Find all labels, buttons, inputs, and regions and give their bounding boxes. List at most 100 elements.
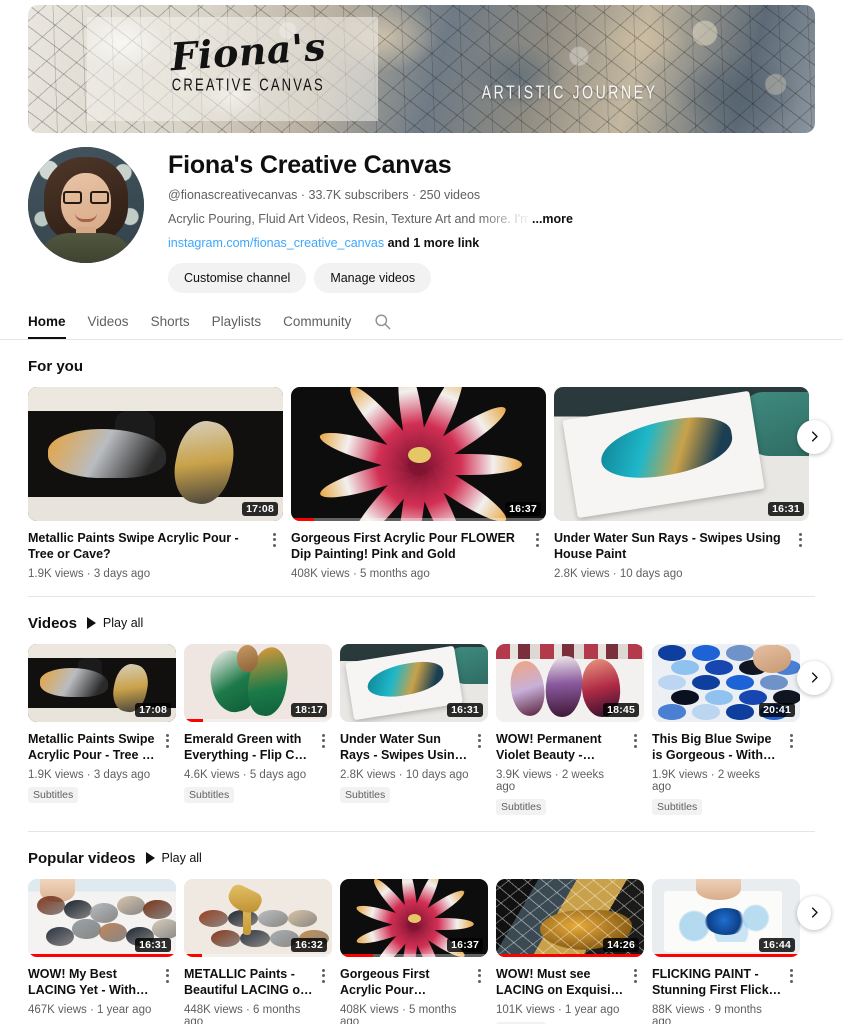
video-thumbnail[interactable]: 16:31 xyxy=(554,386,809,521)
video-thumbnail[interactable]: 17:08 xyxy=(28,643,176,722)
video-text: Under Water Sun Rays - Swipes Using Hous… xyxy=(554,530,791,580)
video-card[interactable]: 16:31 Under Water Sun Rays - Swipes Using… xyxy=(340,643,488,815)
video-title[interactable]: FLICKING PAINT - Stunning First Flick an… xyxy=(652,966,782,999)
video-menu-button[interactable] xyxy=(782,731,800,815)
play-all-button[interactable]: Play all xyxy=(145,851,202,865)
video-thumbnail[interactable]: 18:17 xyxy=(184,643,332,722)
video-duration-badge: 16:32 xyxy=(291,937,327,952)
video-metadata: 2.8K views · 10 days ago xyxy=(554,567,683,580)
video-text: WOW! Must see LACING on Exquisite Metall… xyxy=(496,966,626,1024)
tab-home[interactable]: Home xyxy=(28,305,66,339)
video-title[interactable]: WOW! Must see LACING on Exquisite Metall… xyxy=(496,966,626,999)
carousel-next-button[interactable] xyxy=(797,660,831,695)
video-card-body: Metallic Paints Swipe Acrylic Pour - Tre… xyxy=(28,731,176,803)
tab-videos[interactable]: Videos xyxy=(88,305,129,339)
subtitles-badge: Subtitles xyxy=(652,798,703,815)
video-card[interactable]: 16:37 Gorgeous First Acrylic Pour FLOWER … xyxy=(340,878,488,1024)
video-thumbnail[interactable]: 16:37 xyxy=(340,878,488,957)
video-title[interactable]: Under Water Sun Rays - Swipes Using Hous… xyxy=(340,731,470,764)
tab-community[interactable]: Community xyxy=(283,305,351,339)
video-title[interactable]: Emerald Green with Everything - Flip Cup… xyxy=(184,731,314,764)
more-description-button[interactable]: ...more xyxy=(532,212,573,226)
video-title[interactable]: Gorgeous First Acrylic Pour FLOWER Dip P… xyxy=(340,966,470,999)
video-card[interactable]: 17:08 Metallic Paints Swipe Acrylic Pour … xyxy=(28,643,176,815)
video-text: Metallic Paints Swipe Acrylic Pour - Tre… xyxy=(28,530,265,580)
video-duration-badge: 16:31 xyxy=(768,501,804,516)
video-menu-button[interactable] xyxy=(314,731,332,803)
channel-primary-link[interactable]: instagram.com/fionas_creative_canvas xyxy=(168,236,384,250)
video-card-body: Gorgeous First Acrylic Pour FLOWER Dip P… xyxy=(291,530,546,580)
shelf-videos: Videos Play all 17:08 Metallic Paints Swipe… xyxy=(0,615,843,815)
video-card[interactable]: 18:45 WOW! Permanent Violet Beauty - Acry… xyxy=(496,643,644,815)
video-metadata: 467K views · 1 year ago xyxy=(28,1003,152,1016)
video-title[interactable]: Gorgeous First Acrylic Pour FLOWER Dip P… xyxy=(291,530,528,563)
banner-container: Fiona's CREATIVE CANVAS ARTISTIC JOURNEY xyxy=(0,0,843,133)
video-card[interactable]: 16:37 Gorgeous First Acrylic Pour FLOWER … xyxy=(291,386,546,580)
shelf-title: For you xyxy=(28,357,83,375)
thumbnail-art xyxy=(28,386,283,521)
manage-videos-button[interactable]: Manage videos xyxy=(314,262,432,293)
video-title[interactable]: Metallic Paints Swipe Acrylic Pour - Tre… xyxy=(28,731,158,764)
video-thumbnail[interactable]: 16:31 xyxy=(28,878,176,957)
video-card[interactable]: 20:41 This Big Blue Swipe is Gorgeous - W… xyxy=(652,643,800,815)
tab-playlists[interactable]: Playlists xyxy=(212,305,262,339)
video-thumbnail[interactable]: 16:37 xyxy=(291,386,546,521)
video-menu-button[interactable] xyxy=(158,966,176,1016)
carousel-next-button[interactable] xyxy=(797,895,831,930)
video-menu-button[interactable] xyxy=(626,731,644,815)
video-card[interactable]: 16:32 METALLIC Paints - Beautiful LACING … xyxy=(184,878,332,1024)
video-card[interactable]: 14:26 WOW! Must see LACING on Exquisite M… xyxy=(496,878,644,1024)
video-card[interactable]: 16:31 WOW! My Best LACING Yet - With Gorg… xyxy=(28,878,176,1024)
channel-banner[interactable]: Fiona's CREATIVE CANVAS ARTISTIC JOURNEY xyxy=(28,5,815,133)
video-text: Gorgeous First Acrylic Pour FLOWER Dip P… xyxy=(291,530,528,580)
video-menu-button[interactable] xyxy=(265,530,283,580)
avatar[interactable] xyxy=(28,147,144,263)
video-metadata: 1.9K views · 3 days ago xyxy=(28,567,151,580)
video-menu-button[interactable] xyxy=(158,731,176,803)
video-title[interactable]: This Big Blue Swipe is Gorgeous - With D… xyxy=(652,731,782,764)
video-card-body: WOW! Permanent Violet Beauty - Acrylic P… xyxy=(496,731,644,815)
channel-description: Acrylic Pouring, Fluid Art Videos, Resin… xyxy=(168,211,528,226)
video-text: Emerald Green with Everything - Flip Cup… xyxy=(184,731,314,803)
video-thumbnail[interactable]: 16:32 xyxy=(184,878,332,957)
video-menu-button[interactable] xyxy=(470,731,488,803)
video-thumbnail[interactable]: 18:45 xyxy=(496,643,644,722)
video-menu-button[interactable] xyxy=(528,530,546,580)
video-thumbnail[interactable]: 17:08 xyxy=(28,386,283,521)
video-thumbnail[interactable]: 14:26 xyxy=(496,878,644,957)
video-card-body: WOW! Must see LACING on Exquisite Metall… xyxy=(496,966,644,1024)
video-title[interactable]: Under Water Sun Rays - Swipes Using Hous… xyxy=(554,530,791,563)
video-title[interactable]: WOW! My Best LACING Yet - With Gorgeous … xyxy=(28,966,158,999)
video-thumbnail[interactable]: 16:31 xyxy=(340,643,488,722)
play-all-button[interactable]: Play all xyxy=(86,616,143,630)
video-thumbnail[interactable]: 20:41 xyxy=(652,643,800,722)
video-card[interactable]: 16:44 FLICKING PAINT - Stunning First Fli… xyxy=(652,878,800,1024)
video-card[interactable]: 18:17 Emerald Green with Everything - Fli… xyxy=(184,643,332,815)
video-card-body: WOW! My Best LACING Yet - With Gorgeous … xyxy=(28,966,176,1016)
page-title: Fiona's Creative Canvas xyxy=(168,151,452,179)
video-menu-button[interactable] xyxy=(626,966,644,1024)
video-title[interactable]: METALLIC Paints - Beautiful LACING on th… xyxy=(184,966,314,999)
shelf-divider xyxy=(28,595,815,597)
video-menu-button[interactable] xyxy=(470,966,488,1024)
video-menu-button[interactable] xyxy=(314,966,332,1024)
channel-more-links[interactable]: and 1 more link xyxy=(388,236,480,250)
shelf-for-you: For you 17:08 Metallic Paints Swipe Acryli… xyxy=(0,358,843,580)
video-card[interactable]: 17:08 Metallic Paints Swipe Acrylic Pour … xyxy=(28,386,283,580)
customise-channel-button[interactable]: Customise channel xyxy=(168,262,307,293)
tab-shorts[interactable]: Shorts xyxy=(151,305,190,339)
video-title[interactable]: WOW! Permanent Violet Beauty - Acrylic P… xyxy=(496,731,626,764)
video-menu-button[interactable] xyxy=(782,966,800,1024)
video-title[interactable]: Metallic Paints Swipe Acrylic Pour - Tre… xyxy=(28,530,265,563)
video-thumbnail[interactable]: 16:44 xyxy=(652,878,800,957)
video-card[interactable]: 16:31 Under Water Sun Rays - Swipes Using… xyxy=(554,386,809,580)
tab-search-button[interactable] xyxy=(373,312,392,331)
carousel-next-button[interactable] xyxy=(797,419,831,454)
shelf-title: Popular videos xyxy=(28,849,136,867)
chevron-right-icon xyxy=(811,431,818,442)
channel-links: instagram.com/fionas_creative_canvas and… xyxy=(168,236,573,250)
video-card-body: Emerald Green with Everything - Flip Cup… xyxy=(184,731,332,803)
video-text: Under Water Sun Rays - Swipes Using Hous… xyxy=(340,731,470,803)
video-menu-button[interactable] xyxy=(791,530,809,580)
video-duration-badge: 17:08 xyxy=(135,702,171,717)
